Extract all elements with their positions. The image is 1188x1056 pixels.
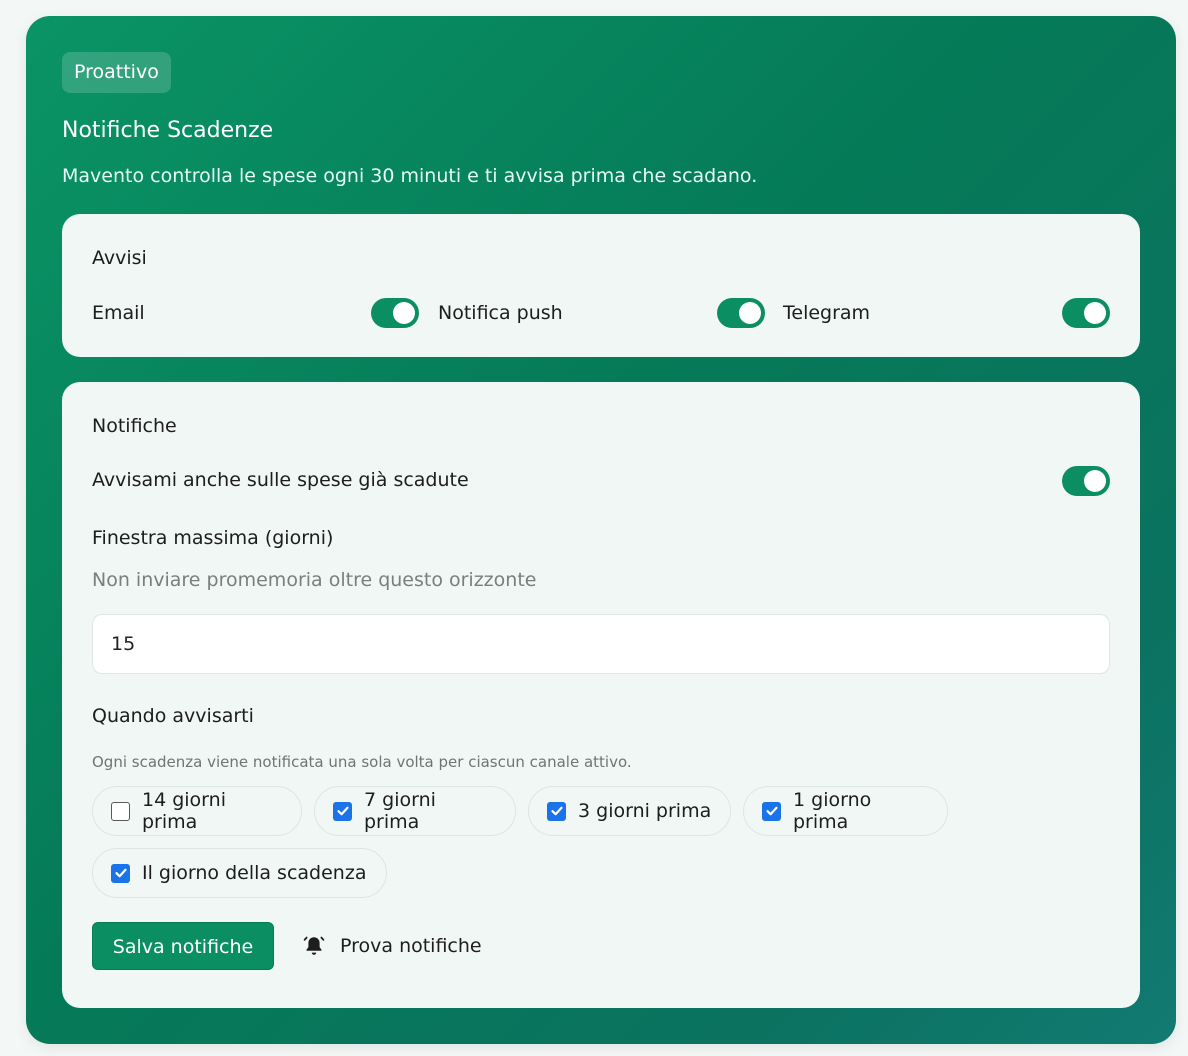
window-days-input[interactable]: [92, 614, 1110, 674]
option-label: 14 giorni prima: [142, 789, 226, 833]
save-notifications-button[interactable]: Salva notifiche: [92, 922, 274, 970]
card-subtitle: Mavento controlla le spese ogni 30 minut…: [62, 165, 758, 187]
email-toggle[interactable]: [371, 298, 419, 328]
card-title: Notifiche Scadenze: [62, 118, 274, 143]
option-7-days[interactable]: 7 giorni prima: [314, 786, 516, 836]
option-label: 3 giorni prima: [578, 800, 712, 822]
option-due-day[interactable]: Il giorno della scadenza: [92, 848, 387, 898]
option-label: 1 giorno prima: [793, 789, 872, 833]
channel-label-telegram: Telegram: [783, 302, 871, 324]
checkbox-unchecked-icon[interactable]: [111, 801, 130, 821]
bell-ringing-icon: [302, 934, 326, 958]
telegram-toggle[interactable]: [1062, 298, 1110, 328]
option-14-days[interactable]: 14 giorni prima: [92, 786, 302, 836]
toggle-knob: [1084, 470, 1106, 492]
notifiche-panel: Notifiche Avvisami anche sulle spese già…: [62, 382, 1140, 1008]
channel-label-email: Email: [92, 302, 145, 324]
test-notifications-button[interactable]: Prova notifiche: [302, 922, 482, 970]
toggle-knob: [393, 302, 415, 324]
when-hint: Ogni scadenza viene notificata una sola …: [92, 753, 632, 771]
notifiche-title: Notifiche: [92, 415, 177, 437]
avvisi-title: Avvisi: [92, 247, 147, 269]
checkbox-checked-icon[interactable]: [111, 863, 130, 883]
toggle-knob: [1084, 302, 1106, 324]
proactive-badge: Proattivo: [62, 52, 171, 93]
test-notifications-label: Prova notifiche: [340, 935, 482, 957]
window-label: Finestra massima (giorni): [92, 527, 334, 549]
overdue-label: Avvisami anche sulle spese già scadute: [92, 469, 469, 491]
option-3-days[interactable]: 3 giorni prima: [528, 786, 731, 836]
option-label: Il giorno della scadenza: [142, 862, 367, 884]
avvisi-panel: Avvisi Email Notifica push Telegram: [62, 214, 1140, 357]
toggle-knob: [739, 302, 761, 324]
when-label: Quando avvisarti: [92, 705, 254, 727]
option-1-day[interactable]: 1 giorno prima: [743, 786, 948, 836]
overdue-toggle[interactable]: [1062, 466, 1110, 496]
checkbox-checked-icon[interactable]: [333, 801, 352, 821]
channel-label-push: Notifica push: [438, 302, 563, 324]
notification-settings-card: Proattivo Notifiche Scadenze Mavento con…: [26, 16, 1176, 1044]
option-label: 7 giorni prima: [364, 789, 436, 833]
checkbox-checked-icon[interactable]: [547, 801, 566, 821]
checkbox-checked-icon[interactable]: [762, 801, 781, 821]
push-toggle[interactable]: [717, 298, 765, 328]
window-hint: Non inviare promemoria oltre questo oriz…: [92, 569, 537, 591]
